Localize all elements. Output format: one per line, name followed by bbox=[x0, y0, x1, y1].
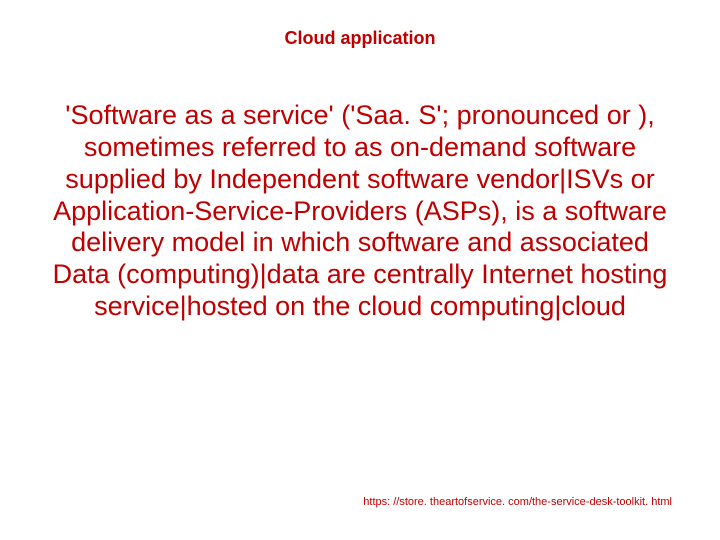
slide-title: Cloud application bbox=[0, 28, 720, 49]
slide-footer-url: https: //store. theartofservice. com/the… bbox=[363, 496, 672, 508]
slide: Cloud application 'Software as a service… bbox=[0, 0, 720, 540]
slide-body-text: 'Software as a service' ('Saa. S'; prono… bbox=[40, 100, 680, 323]
